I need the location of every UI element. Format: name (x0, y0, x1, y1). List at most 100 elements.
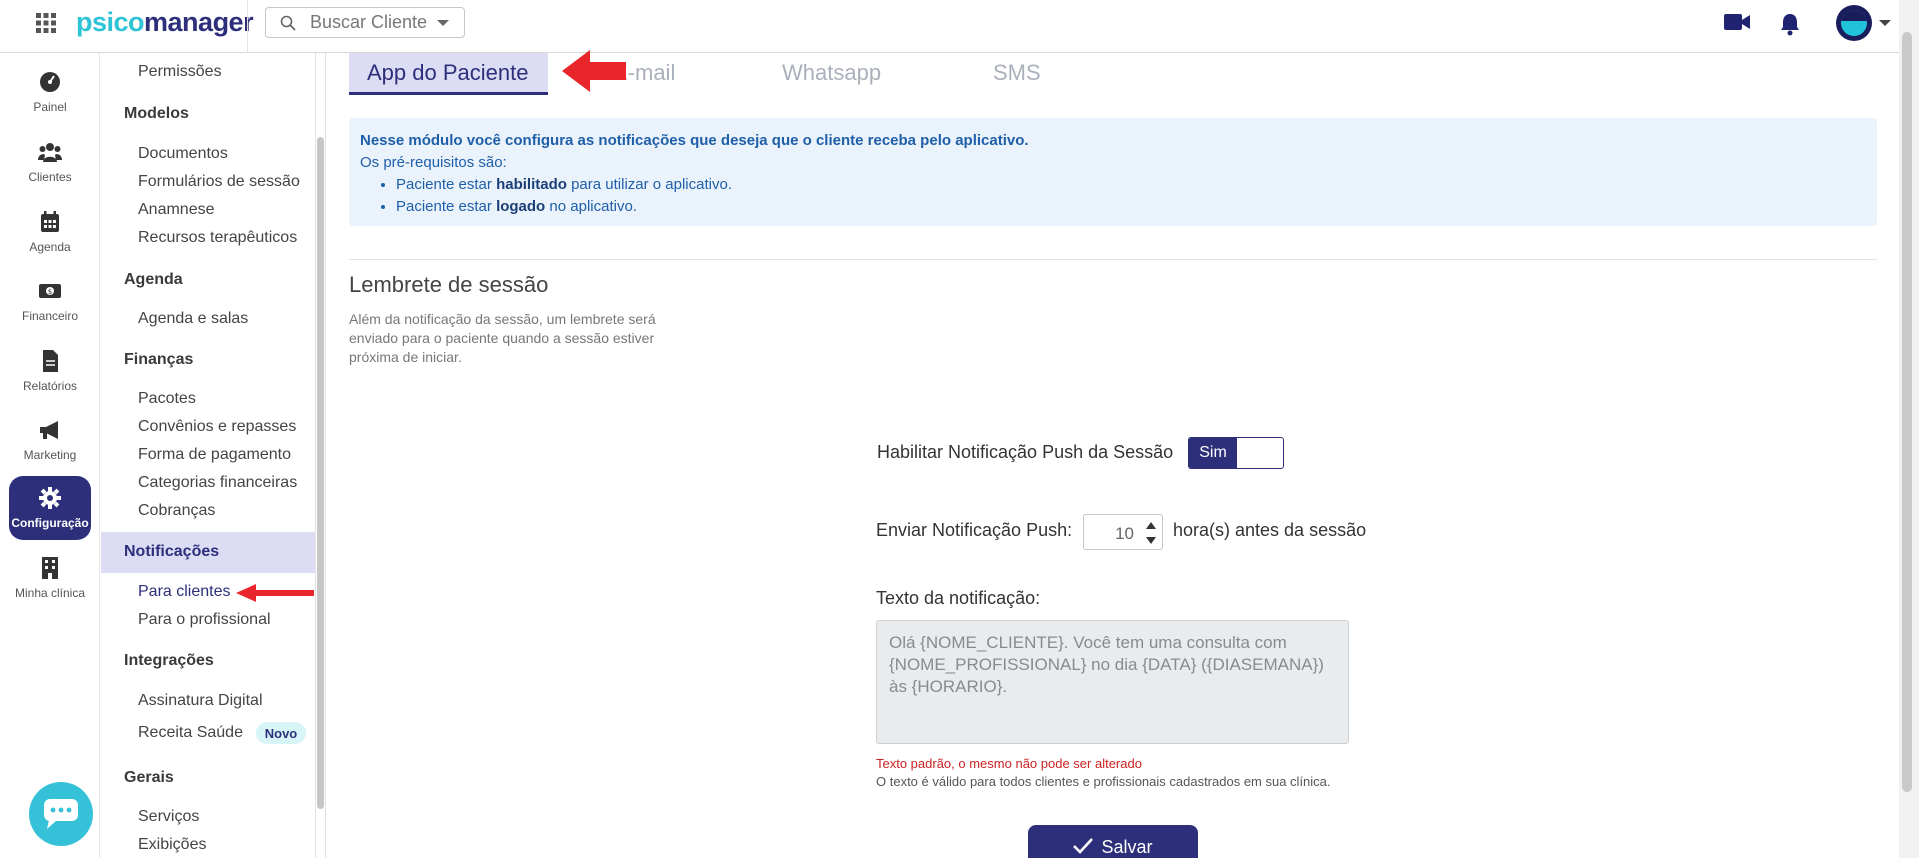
rail-label: Relatórios (22, 379, 78, 393)
apps-grid-icon[interactable] (35, 12, 57, 34)
save-button[interactable]: Salvar (1028, 825, 1198, 858)
chat-support-button[interactable] (29, 782, 93, 846)
menu-heading-notificacoes[interactable]: Notificações (124, 543, 219, 561)
menu-scrollbar[interactable] (317, 137, 324, 809)
menu-heading-agenda: Agenda (124, 271, 183, 288)
menu-item-categorias[interactable]: Categorias financeiras (138, 474, 297, 492)
rail-item-agenda[interactable]: Agenda (9, 201, 91, 263)
search-icon (280, 15, 296, 31)
money-icon: $ (39, 284, 61, 298)
avatar[interactable] (1836, 5, 1872, 41)
rail-item-painel[interactable]: Painel (9, 61, 91, 123)
menu-item-recursos[interactable]: Recursos terapêuticos (138, 229, 297, 247)
info-description: Nesse módulo você configura as notificaç… (360, 132, 1029, 149)
hours-suffix-label: hora(s) antes da sessão (1173, 520, 1367, 540)
rail-label: Clientes (28, 170, 72, 184)
menu-item-cobrancas[interactable]: Cobranças (138, 502, 215, 520)
rail-item-financeiro[interactable]: $ Financeiro (9, 270, 91, 332)
top-bar: psicomanager Buscar Cliente (0, 0, 1919, 53)
content-divider (325, 53, 326, 858)
rail-item-marketing[interactable]: Marketing (9, 409, 91, 471)
app-logo[interactable]: psicomanager (76, 7, 254, 38)
client-search[interactable]: Buscar Cliente (265, 7, 465, 38)
hours-stepper[interactable]: 10 (1083, 514, 1163, 550)
tab-sms[interactable]: SMS (993, 53, 1041, 93)
building-icon (42, 557, 58, 579)
menu-item-para-profissional[interactable]: Para o profissional (138, 611, 271, 629)
annotation-arrow-icon (236, 584, 314, 602)
rail-item-configuracao[interactable]: Configuração (9, 476, 91, 540)
gear-icon (39, 487, 61, 509)
prereq-bold: logado (496, 198, 546, 215)
push-enable-toggle[interactable]: Sim (1188, 437, 1284, 469)
logo-part-manager: manager (144, 7, 254, 37)
prereq-item: Paciente estar logado no aplicativo. (396, 196, 1866, 218)
menu-heading-gerais: Gerais (124, 769, 174, 786)
info-prereq-title: Os pré-requisitos são: (360, 154, 507, 171)
send-push-label: Enviar Notificação Push: (876, 520, 1073, 540)
menu-heading-financas: Finanças (124, 351, 194, 368)
stepper-down-icon[interactable] (1146, 537, 1156, 544)
menu-item-permissoes[interactable]: Permissões (138, 63, 222, 81)
menu-item-assinatura[interactable]: Assinatura Digital (138, 692, 263, 710)
menu-item-formularios[interactable]: Formulários de sessão (138, 173, 300, 191)
video-icon[interactable] (1723, 12, 1751, 37)
prereq-bold: habilitado (496, 176, 567, 193)
menu-heading-modelos: Modelos (124, 105, 189, 122)
rail-item-relatorios[interactable]: Relatórios (9, 340, 91, 402)
rail-label: Marketing (23, 448, 77, 462)
section-divider (349, 259, 1877, 260)
calendar-icon (41, 211, 59, 232)
menu-item-servicos[interactable]: Serviços (138, 808, 199, 826)
rail-item-clientes[interactable]: Clientes (9, 131, 91, 193)
topbar-divider (247, 0, 248, 53)
save-label: Salvar (1101, 837, 1153, 857)
dashboard-icon (40, 72, 60, 92)
document-icon (43, 350, 58, 372)
text-validity-note: O texto é válido para todos clientes e p… (876, 774, 1331, 789)
menu-item-para-clientes[interactable]: Para clientes (138, 583, 231, 601)
menu-item-anamnese[interactable]: Anamnese (138, 201, 215, 219)
page-scrollbar[interactable] (1902, 32, 1912, 792)
stepper-up-icon[interactable] (1146, 522, 1156, 529)
logo-part-psico: psico (76, 7, 145, 37)
toggle-on-label: Sim (1189, 438, 1237, 468)
push-enable-label: Habilitar Notificação Push da Sessão (877, 442, 1174, 462)
prereq-list: Paciente estar habilitado para utilizar … (396, 174, 1866, 218)
rail-label: Minha clínica (14, 586, 86, 600)
tab-whatsapp[interactable]: Whatsapp (782, 53, 881, 93)
rail-item-minha-clinica[interactable]: Minha clínica (9, 547, 91, 609)
menu-item-documentos[interactable]: Documentos (138, 145, 228, 163)
rail-label: Agenda (29, 240, 71, 254)
default-text-warning: Texto padrão, o mesmo não pode ser alter… (876, 756, 1142, 771)
menu-item-pacotes[interactable]: Pacotes (138, 390, 196, 408)
menu-item-forma-pagamento[interactable]: Forma de pagamento (138, 446, 291, 464)
menu-item-receita-saude[interactable]: Receita Saúde (138, 724, 243, 742)
menu-heading-integracoes: Integrações (124, 652, 214, 669)
bell-icon[interactable] (1779, 12, 1801, 41)
tab-app-paciente[interactable]: App do Paciente (349, 53, 548, 95)
prereq-text: Paciente estar (396, 176, 497, 193)
megaphone-icon (40, 421, 58, 439)
section-title: Lembrete de sessão (349, 272, 549, 297)
search-placeholder: Buscar Cliente (310, 12, 428, 32)
menu-item-convenios[interactable]: Convênios e repasses (138, 418, 296, 436)
prereq-text: no aplicativo. (545, 198, 637, 215)
avatar-chevron-down-icon[interactable] (1879, 20, 1891, 26)
notification-text-label: Texto da notificação: (876, 588, 1041, 608)
users-icon (38, 143, 62, 162)
menu-item-agenda-salas[interactable]: Agenda e salas (138, 310, 248, 328)
rail-label: Financeiro (21, 309, 79, 323)
prereq-text: para utilizar o aplicativo. (566, 176, 732, 193)
left-rail: Painel Clientes Agenda $ Financeiro Rela… (0, 53, 100, 858)
chevron-down-icon (437, 19, 450, 26)
rail-label: Painel (33, 100, 67, 114)
menu-item-exibicoes[interactable]: Exibições (138, 836, 206, 854)
check-icon (1073, 838, 1094, 854)
chat-bubble-icon (44, 799, 78, 829)
svg-text:$: $ (48, 288, 52, 296)
section-description: Além da notificação da sessão, um lembre… (349, 311, 656, 365)
annotation-arrow-icon (562, 50, 626, 92)
notification-text-field[interactable]: Olá {NOME_CLIENTE}. Você tem uma consult… (876, 620, 1349, 744)
rail-label: Configuração (11, 516, 89, 530)
